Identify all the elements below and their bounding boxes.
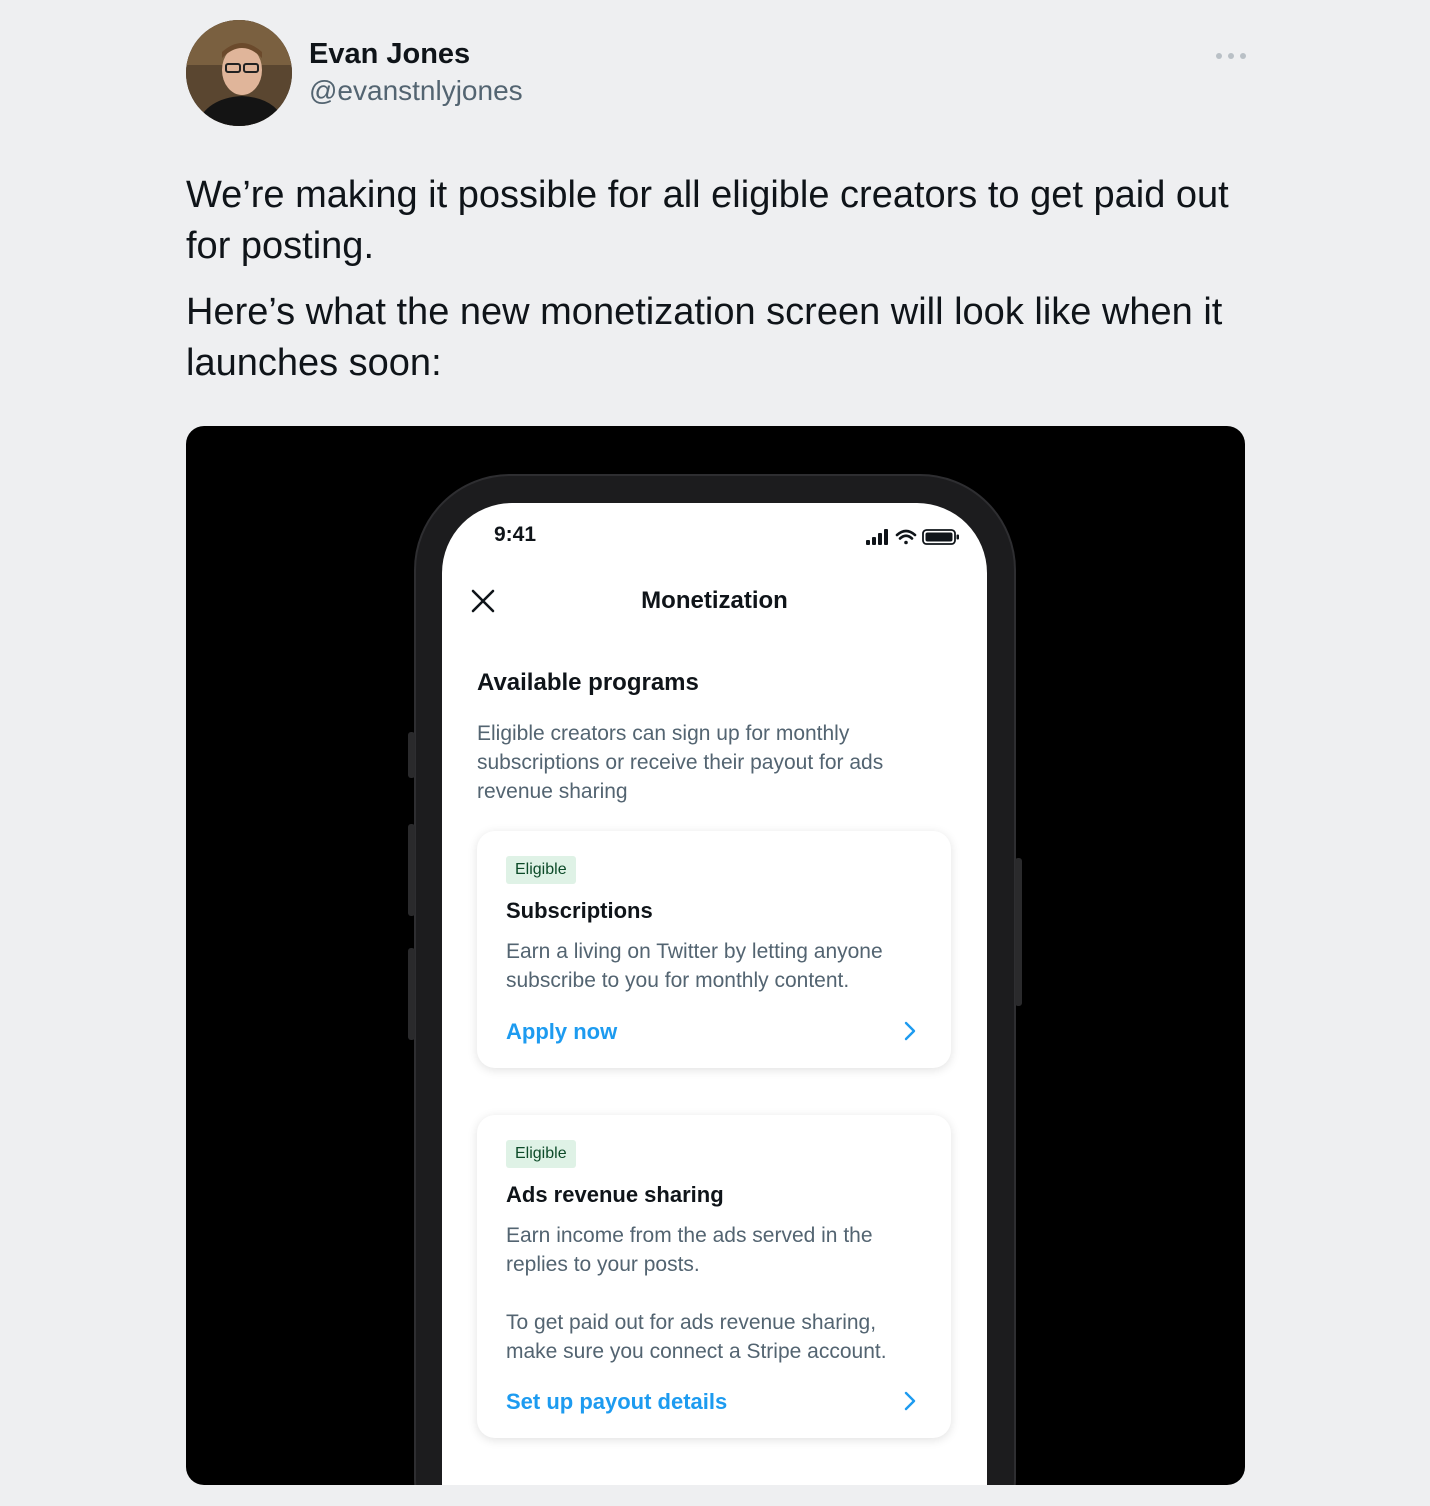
author-name[interactable]: Evan Jones	[309, 38, 470, 71]
author-handle[interactable]: @evanstnlyjones	[309, 75, 523, 107]
card-title: Subscriptions	[506, 898, 653, 923]
tweet-text-paragraph: We’re making it possible for all eligibl…	[186, 174, 1229, 267]
card-description-stripe: To get paid out for ads revenue sharing,…	[506, 1311, 887, 1363]
cellular-signal-icon	[866, 529, 888, 545]
nav-title: Monetization	[641, 587, 788, 614]
phone-screen: 9:41 Monetization Available programs Eli…	[442, 503, 987, 1485]
card-description: Earn a living on Twitter by letting anyo…	[506, 940, 883, 992]
more-horizontal-icon[interactable]	[1216, 46, 1246, 66]
section-title: Available programs	[477, 669, 699, 696]
tweet-text-paragraph: Here’s what the new monetization screen …	[186, 291, 1223, 384]
set-up-payout-details-link[interactable]: Set up payout details	[506, 1389, 727, 1415]
phone-power-button	[1015, 858, 1022, 1006]
apply-now-link[interactable]: Apply now	[506, 1019, 617, 1045]
battery-icon	[922, 529, 959, 545]
program-card-ads-revenue-sharing[interactable]: Eligible Ads revenue sharing Earn income…	[477, 1115, 951, 1438]
phone-volume-up-button	[408, 824, 415, 916]
section-description: Eligible creators can sign up for monthl…	[477, 722, 884, 803]
program-card-subscriptions[interactable]: Eligible Subscriptions Earn a living on …	[477, 831, 951, 1068]
eligible-badge: Eligible	[506, 1140, 576, 1168]
card-description: Earn income from the ads served in the r…	[506, 1224, 873, 1276]
eligible-badge: Eligible	[506, 856, 576, 884]
tweet: Evan Jones @evanstnlyjones We’re making …	[0, 0, 1430, 1506]
phone-mute-switch	[408, 732, 415, 778]
tweet-media-image[interactable]: 9:41 Monetization Available programs Eli…	[186, 426, 1245, 1485]
status-icons	[866, 527, 966, 547]
card-title: Ads revenue sharing	[506, 1182, 724, 1207]
chevron-right-icon[interactable]	[902, 1390, 918, 1412]
chevron-right-icon[interactable]	[902, 1020, 918, 1042]
wifi-icon	[895, 529, 917, 545]
status-time: 9:41	[494, 523, 537, 546]
avatar[interactable]	[186, 20, 292, 126]
phone-volume-down-button	[408, 948, 415, 1040]
